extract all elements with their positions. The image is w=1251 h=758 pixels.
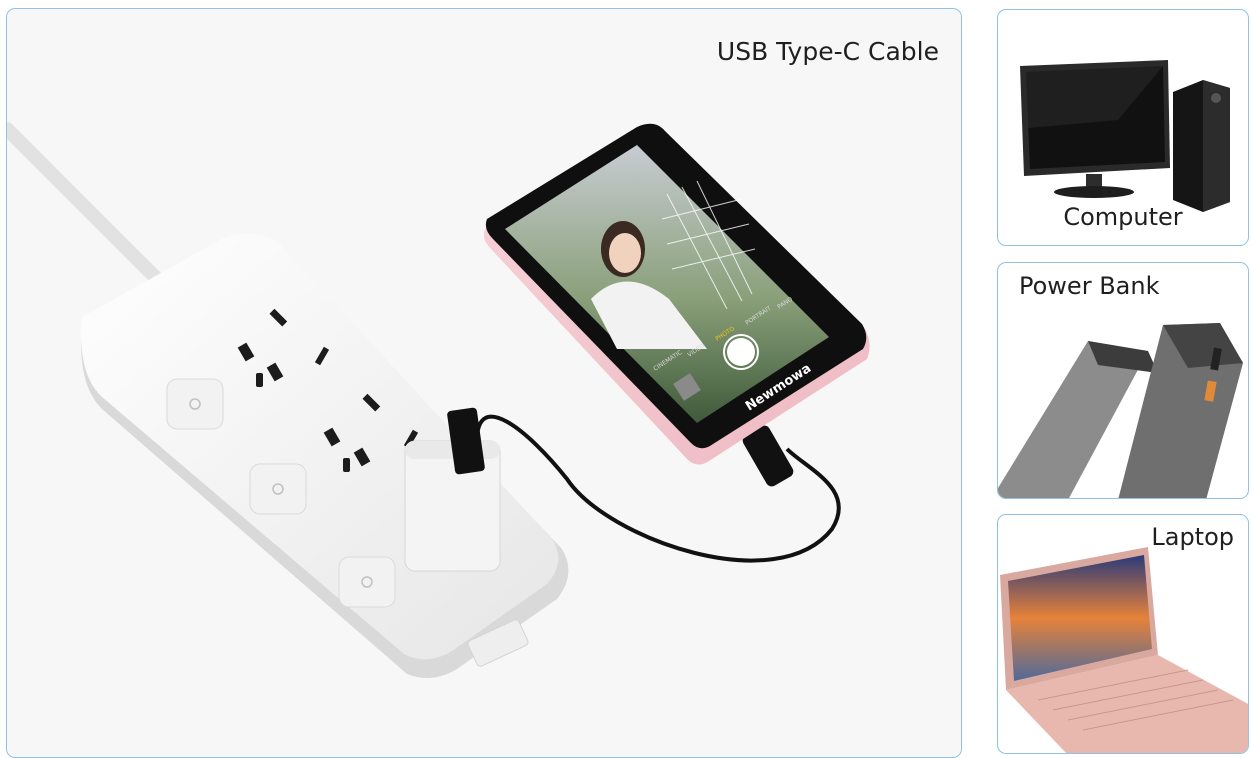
device-panel-power-bank: Power Bank xyxy=(997,262,1249,499)
main-caption: USB Type-C Cable xyxy=(716,37,939,66)
device-panel-laptop: Laptop xyxy=(997,514,1249,754)
device-panel-computer: Computer xyxy=(997,9,1249,246)
device-label-laptop: Laptop xyxy=(1151,523,1234,551)
power-cord xyxy=(7,122,164,286)
phone-device: CINEMATIC VIDEO PHOTO PORTRAIT PANO Newm… xyxy=(483,123,870,465)
usb-charger xyxy=(404,440,501,572)
charging-scene: CINEMATIC VIDEO PHOTO PORTRAIT PANO Newm… xyxy=(7,122,870,678)
main-product-panel: CINEMATIC VIDEO PHOTO PORTRAIT PANO Newm… xyxy=(6,8,962,758)
device-label-computer: Computer xyxy=(1063,203,1183,231)
device-label-power-bank: Power Bank xyxy=(1019,272,1160,300)
